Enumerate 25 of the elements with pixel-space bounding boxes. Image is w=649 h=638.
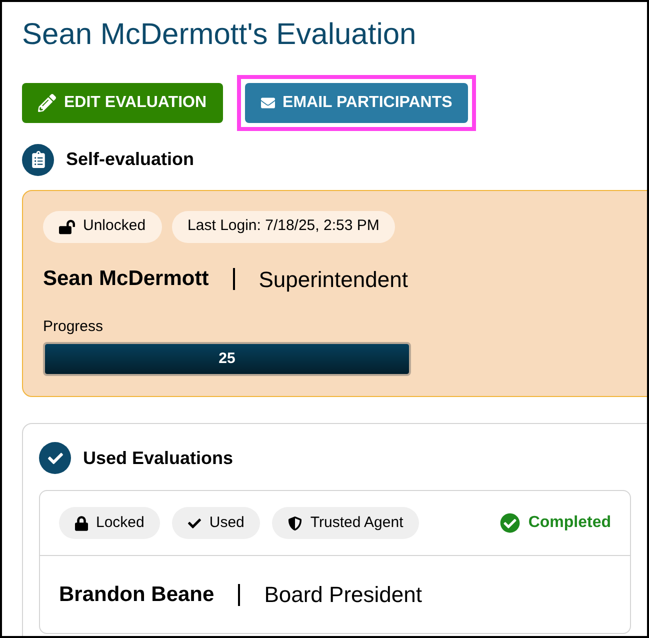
pencil-icon — [38, 94, 56, 112]
person-role: Superintendent — [258, 266, 408, 294]
shield-icon — [288, 516, 302, 530]
tag: Used — [172, 507, 260, 539]
tag: Unlocked — [43, 210, 162, 242]
progress-value: 25 — [218, 348, 236, 369]
tag: Trusted Agent — [272, 507, 420, 539]
progress-label: Progress — [43, 316, 104, 336]
status-text: Completed — [528, 513, 611, 533]
person-name: Brandon Beane — [59, 582, 214, 608]
tag: Locked — [59, 507, 160, 539]
person-role: Board President — [264, 581, 422, 609]
clipboard-icon — [22, 144, 54, 176]
section-heading: Self-evaluation — [66, 148, 194, 171]
email-button[interactable]: EMAIL PARTICIPANTS — [244, 82, 468, 122]
page-title: Sean McDermott's Evaluation — [22, 17, 418, 53]
person-name: Sean McDermott — [43, 266, 209, 292]
check-icon — [39, 442, 71, 474]
edit-button[interactable]: EDIT EVALUATION — [22, 82, 223, 122]
unlocked-padlock-icon — [59, 218, 75, 234]
envelope-icon — [260, 96, 275, 110]
check-icon — [188, 516, 202, 530]
padlock-icon — [75, 516, 88, 530]
tag: Last Login: 7/18/25, 2:53 PM — [172, 210, 396, 242]
section-heading: Used Evaluations — [83, 446, 234, 470]
